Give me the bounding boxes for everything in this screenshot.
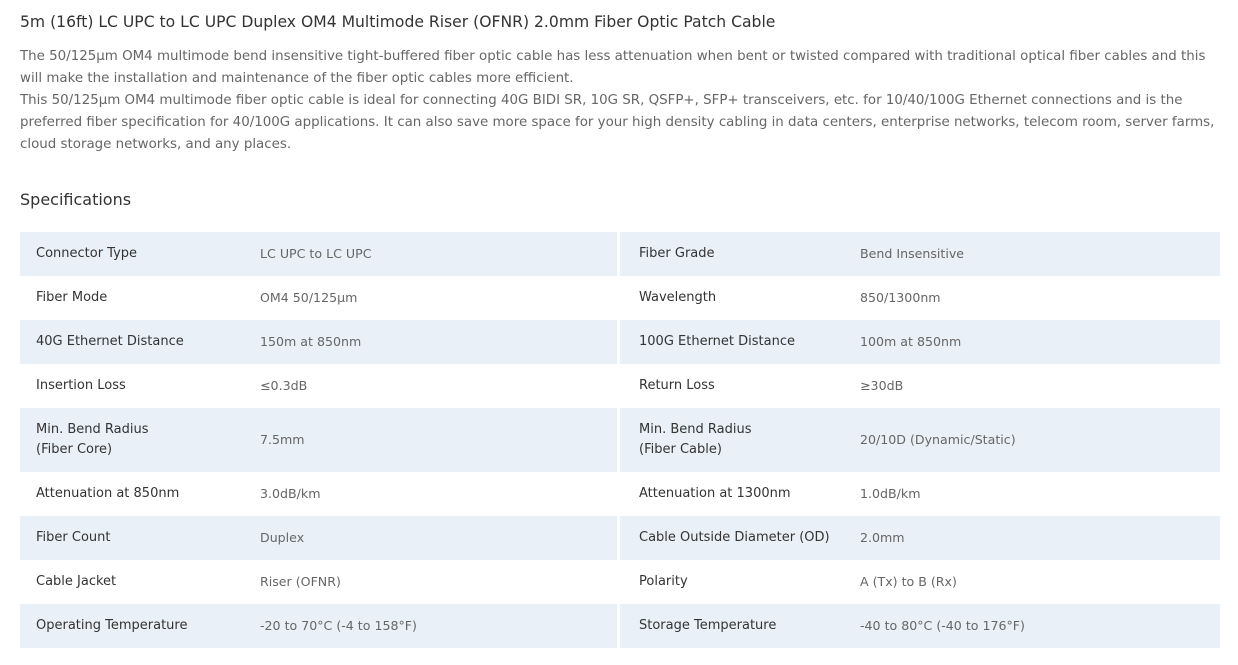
spec-cell-pair: Polarity A (Tx) to B (Rx) — [620, 560, 1220, 604]
spec-cell-pair: Insertion Loss ≤0.3dB — [20, 364, 617, 408]
spec-cell-pair: Attenuation at 1300nm 1.0dB/km — [620, 472, 1220, 516]
spec-cell-pair: Min. Bend Radius (Fiber Core) 7.5mm — [20, 408, 617, 472]
spec-cell-pair: Wavelength 850/1300nm — [620, 276, 1220, 320]
specifications-table: Connector Type LC UPC to LC UPC Fiber Gr… — [20, 232, 1220, 648]
spec-cell-pair: Operating Temperature -20 to 70°C (-4 to… — [20, 604, 617, 648]
spec-cell-pair: Cable Outside Diameter (OD) 2.0mm — [620, 516, 1220, 560]
spec-row: Connector Type LC UPC to LC UPC Fiber Gr… — [20, 232, 1220, 276]
spec-value: A (Tx) to B (Rx) — [860, 574, 957, 589]
spec-cell-pair: Fiber Count Duplex — [20, 516, 617, 560]
spec-label: Insertion Loss — [36, 378, 126, 393]
spec-label: Fiber Grade — [639, 246, 715, 261]
spec-value: -20 to 70°C (-4 to 158°F) — [260, 618, 417, 633]
description-paragraph: The 50/125μm OM4 multimode bend insensit… — [20, 49, 1206, 86]
spec-row: Min. Bend Radius (Fiber Core) 7.5mm Min.… — [20, 408, 1220, 472]
spec-value: OM4 50/125μm — [260, 290, 358, 305]
spec-cell-pair: 40G Ethernet Distance 150m at 850nm — [20, 320, 617, 364]
spec-cell-pair: Fiber Mode OM4 50/125μm — [20, 276, 617, 320]
spec-label: Connector Type — [36, 246, 138, 261]
spec-value: -40 to 80°C (-40 to 176°F) — [860, 618, 1025, 633]
spec-label: 100G Ethernet Distance — [639, 334, 795, 349]
spec-value: Riser (OFNR) — [260, 574, 341, 589]
spec-value: 150m at 850nm — [260, 334, 362, 349]
spec-row: Operating Temperature -20 to 70°C (-4 to… — [20, 604, 1220, 648]
spec-label: Cable Outside Diameter (OD) — [639, 530, 830, 545]
spec-value: ≤0.3dB — [260, 378, 308, 393]
spec-row: Fiber Mode OM4 50/125μm Wavelength 850/1… — [20, 276, 1220, 320]
spec-value: LC UPC to LC UPC — [260, 246, 372, 261]
spec-label: Fiber Count — [36, 530, 111, 545]
spec-label: Polarity — [639, 574, 688, 589]
spec-row: Insertion Loss ≤0.3dB Return Loss ≥30dB — [20, 364, 1220, 408]
spec-cell-pair: Storage Temperature -40 to 80°C (-40 to … — [620, 604, 1220, 648]
spec-row: 40G Ethernet Distance 150m at 850nm 100G… — [20, 320, 1220, 364]
spec-label: 40G Ethernet Distance — [36, 334, 184, 349]
spec-cell-pair: Return Loss ≥30dB — [620, 364, 1220, 408]
spec-cell-pair: Fiber Grade Bend Insensitive — [620, 232, 1220, 276]
spec-label: Cable Jacket — [36, 574, 117, 589]
spec-value: Duplex — [260, 530, 305, 545]
spec-value: 100m at 850nm — [860, 334, 962, 349]
spec-value: 2.0mm — [860, 530, 905, 545]
spec-row: Fiber Count Duplex Cable Outside Diamete… — [20, 516, 1220, 560]
spec-value: ≥30dB — [860, 378, 904, 393]
spec-label: Attenuation at 1300nm — [639, 486, 791, 501]
spec-cell-pair: Min. Bend Radius (Fiber Cable) 20/10D (D… — [620, 408, 1220, 472]
product-page: 5m (16ft) LC UPC to LC UPC Duplex OM4 Mu… — [0, 0, 1238, 665]
product-title: 5m (16ft) LC UPC to LC UPC Duplex OM4 Mu… — [20, 13, 776, 31]
spec-label: Storage Temperature — [639, 618, 777, 633]
spec-label: Wavelength — [639, 290, 717, 305]
spec-cell-pair: Connector Type LC UPC to LC UPC — [20, 232, 617, 276]
spec-label: Return Loss — [639, 378, 715, 393]
spec-cell-pair: 100G Ethernet Distance 100m at 850nm — [620, 320, 1220, 364]
spec-value: Bend Insensitive — [860, 246, 965, 261]
spec-label: Min. Bend Radius (Fiber Cable) — [639, 422, 752, 457]
spec-value: 7.5mm — [260, 432, 305, 447]
spec-value: 1.0dB/km — [860, 486, 921, 501]
product-description: The 50/125μm OM4 multimode bend insensit… — [20, 46, 1215, 156]
description-paragraph: This 50/125μm OM4 multimode fiber optic … — [20, 93, 1215, 152]
spec-label: Min. Bend Radius (Fiber Core) — [36, 422, 149, 457]
spec-value: 850/1300nm — [860, 290, 941, 305]
specifications-heading: Specifications — [20, 190, 132, 209]
spec-row: Attenuation at 850nm 3.0dB/km Attenuatio… — [20, 472, 1220, 516]
spec-row: Cable Jacket Riser (OFNR) Polarity A (Tx… — [20, 560, 1220, 604]
spec-value: 20/10D (Dynamic/Static) — [860, 432, 1016, 447]
spec-cell-pair: Cable Jacket Riser (OFNR) — [20, 560, 617, 604]
spec-value: 3.0dB/km — [260, 486, 321, 501]
spec-label: Attenuation at 850nm — [36, 486, 180, 501]
spec-cell-pair: Attenuation at 850nm 3.0dB/km — [20, 472, 617, 516]
spec-label: Fiber Mode — [36, 290, 108, 305]
spec-label: Operating Temperature — [36, 618, 188, 633]
